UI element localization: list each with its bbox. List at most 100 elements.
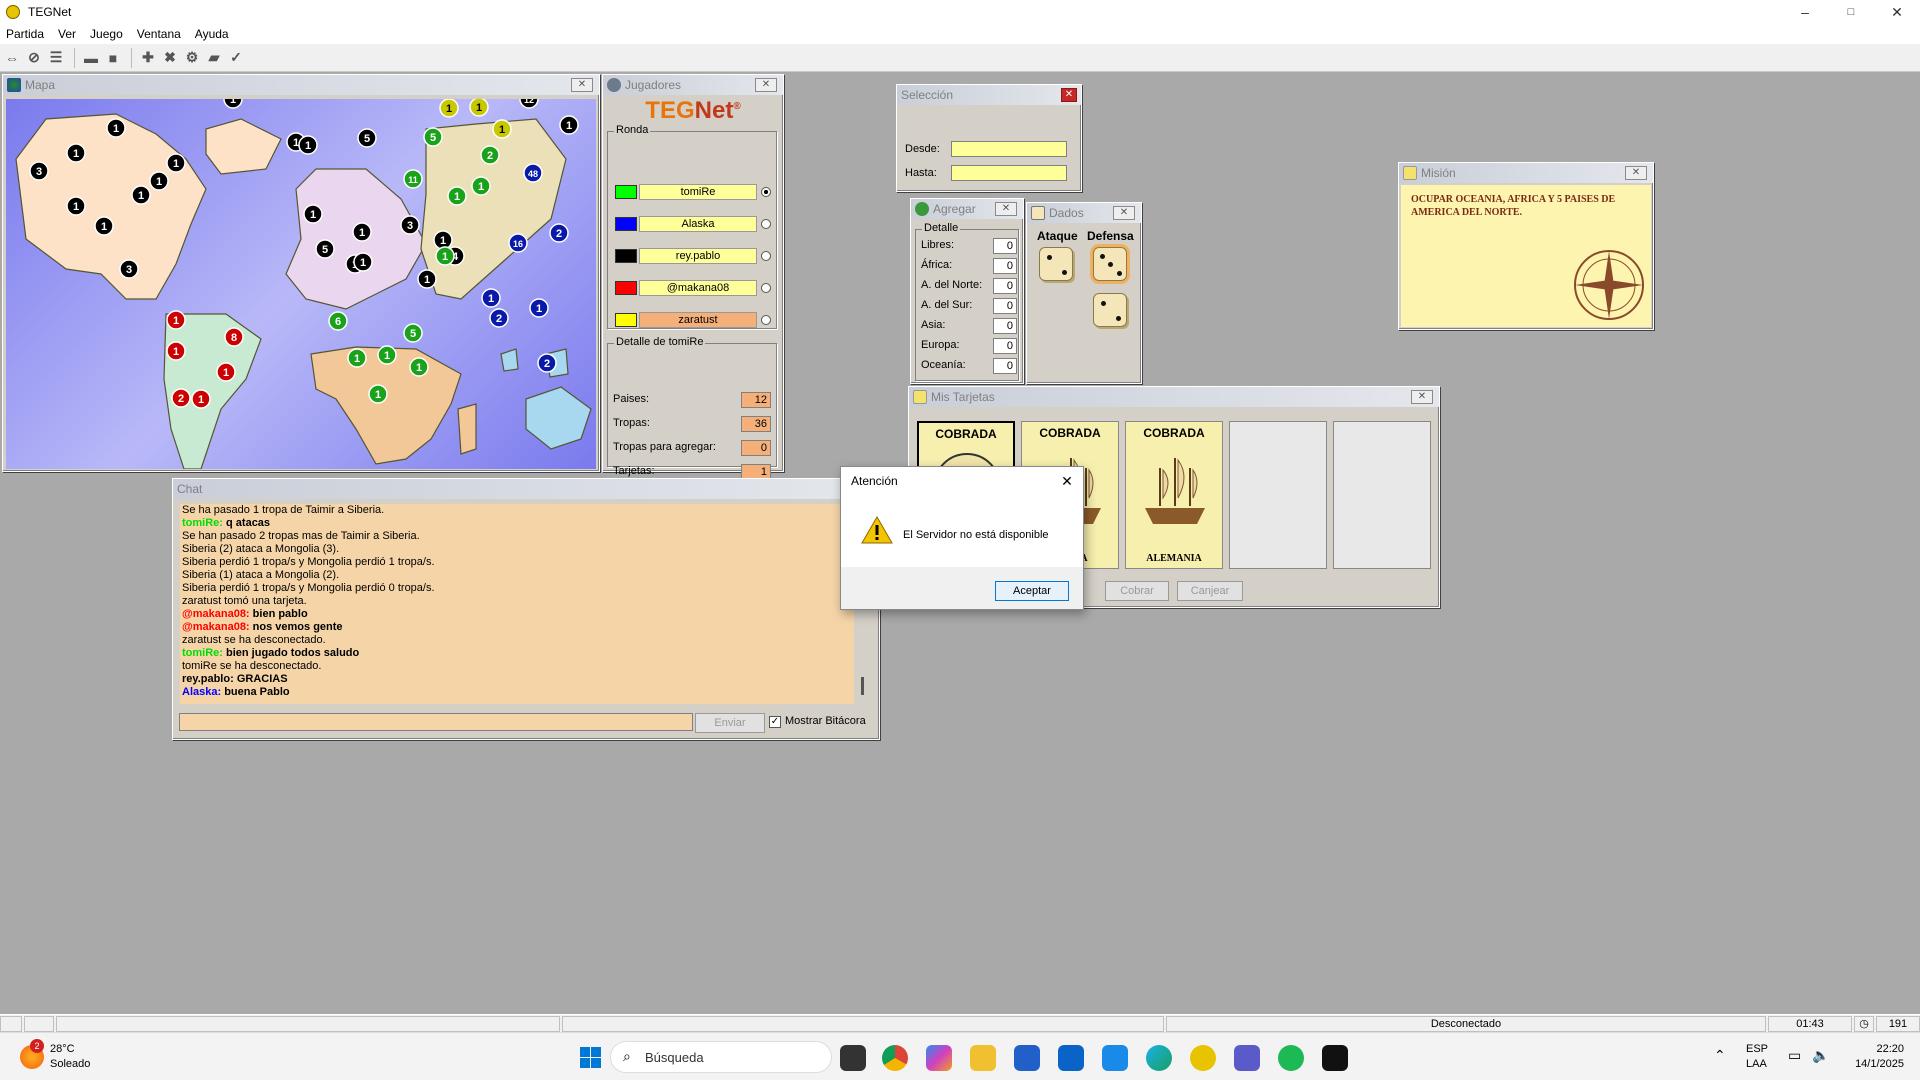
list-icon[interactable]: ☰ xyxy=(46,48,66,68)
teams-icon[interactable] xyxy=(1234,1045,1260,1071)
army-marker[interactable]: 1 xyxy=(352,222,372,242)
army-marker[interactable]: 1 xyxy=(447,186,467,206)
player-turn-radio[interactable] xyxy=(761,283,771,293)
store-icon[interactable] xyxy=(1014,1045,1040,1071)
minimize-button[interactable]: – xyxy=(1782,0,1828,24)
chrome-icon[interactable] xyxy=(882,1045,908,1071)
dialog-close-button[interactable]: ✕ xyxy=(1055,469,1079,493)
army-marker[interactable]: 2 xyxy=(549,223,569,243)
hasta-field[interactable] xyxy=(951,165,1067,181)
cards-icon[interactable]: ▰ xyxy=(204,48,224,68)
dados-close-button[interactable]: ✕ xyxy=(1113,206,1135,220)
chevron-up-icon[interactable]: ⌃ xyxy=(1714,1047,1726,1064)
keyboard-layout[interactable]: LAA xyxy=(1746,1058,1767,1070)
check-icon[interactable]: ✓ xyxy=(226,48,246,68)
clock-time[interactable]: 22:20 xyxy=(1856,1043,1904,1055)
cancel-icon[interactable]: ✖ xyxy=(160,48,180,68)
close-button[interactable]: ✕ xyxy=(1874,0,1920,24)
player-turn-radio[interactable] xyxy=(761,219,771,229)
army-marker[interactable]: 1 xyxy=(66,143,86,163)
army-marker[interactable]: 1 xyxy=(223,99,243,109)
army-marker[interactable]: 6 xyxy=(328,311,348,331)
army-marker[interactable]: 1 xyxy=(166,341,186,361)
army-marker[interactable]: 12 xyxy=(519,99,539,109)
menu-juego[interactable]: Juego xyxy=(90,27,123,41)
player-turn-radio[interactable] xyxy=(761,251,771,261)
window-icon[interactable]: ▬ xyxy=(81,48,101,68)
outlook-icon[interactable] xyxy=(1058,1045,1084,1071)
language-code[interactable]: ESP xyxy=(1746,1043,1768,1055)
army-marker[interactable]: 1 xyxy=(353,252,373,272)
bitacora-checkbox[interactable]: ✓ xyxy=(769,716,781,728)
army-marker[interactable]: 5 xyxy=(403,323,423,343)
accept-button[interactable]: Aceptar xyxy=(995,581,1069,601)
menu-ver[interactable]: Ver xyxy=(58,27,76,41)
army-marker[interactable]: 5 xyxy=(315,239,335,259)
army-marker[interactable]: 1 xyxy=(166,153,186,173)
task-view-icon[interactable] xyxy=(840,1045,866,1071)
army-marker[interactable]: 2 xyxy=(480,145,500,165)
army-marker[interactable]: 5 xyxy=(357,128,377,148)
army-marker[interactable]: 1 xyxy=(191,389,211,409)
army-marker[interactable]: 1 xyxy=(298,135,318,155)
disconnect-icon[interactable]: ⊘ xyxy=(24,48,44,68)
army-marker[interactable]: 1 xyxy=(435,246,455,266)
army-marker[interactable]: 2 xyxy=(537,353,557,373)
volume-icon[interactable]: 🔈 xyxy=(1812,1047,1829,1064)
army-marker[interactable]: 1 xyxy=(417,269,437,289)
connect-icon[interactable]: ⇔ xyxy=(2,48,22,68)
army-marker[interactable]: 3 xyxy=(29,161,49,181)
army-marker[interactable]: 1 xyxy=(433,230,453,250)
chat-input[interactable] xyxy=(179,713,693,731)
army-marker[interactable]: 1 xyxy=(471,176,491,196)
send-button[interactable]: Enviar xyxy=(695,713,765,733)
seleccion-close-button[interactable]: ✕ xyxy=(1061,88,1077,102)
army-marker[interactable]: 1 xyxy=(439,99,459,118)
network-icon[interactable]: ▭ xyxy=(1788,1047,1801,1064)
players-close-button[interactable]: ✕ xyxy=(755,78,777,92)
army-marker[interactable]: 1 xyxy=(216,362,236,382)
army-marker[interactable]: 11 xyxy=(403,169,423,189)
capcut-icon[interactable] xyxy=(1322,1045,1348,1071)
army-marker[interactable]: 1 xyxy=(94,216,114,236)
army-marker[interactable]: 8 xyxy=(224,327,244,347)
menu-ayuda[interactable]: Ayuda xyxy=(195,27,229,41)
cobrar-button[interactable]: Cobrar xyxy=(1105,581,1169,601)
army-marker[interactable]: 1 xyxy=(131,185,151,205)
menu-ventana[interactable]: Ventana xyxy=(137,27,181,41)
chat-scrollbar-thumb[interactable] xyxy=(861,677,864,695)
army-marker[interactable]: 3 xyxy=(400,215,420,235)
add-icon[interactable]: ✚ xyxy=(138,48,158,68)
windows-start-icon[interactable] xyxy=(578,1045,604,1071)
army-marker[interactable]: 3 xyxy=(119,259,139,279)
menu-partida[interactable]: Partida xyxy=(6,27,44,41)
spotify-icon[interactable] xyxy=(1278,1045,1304,1071)
player-turn-radio[interactable] xyxy=(761,187,771,197)
canjear-button[interactable]: Canjear xyxy=(1177,581,1243,601)
tegnet-icon[interactable] xyxy=(1190,1045,1216,1071)
army-marker[interactable]: 1 xyxy=(469,99,489,117)
army-marker[interactable]: 5 xyxy=(423,127,443,147)
world-map[interactable]: 1113111111318112115131511411111511211112… xyxy=(6,99,596,469)
search-box[interactable]: ⌕ Búsqueda xyxy=(610,1041,832,1073)
mision-close-button[interactable]: ✕ xyxy=(1625,166,1647,180)
maximize-button[interactable]: □ xyxy=(1828,0,1874,24)
army-marker[interactable]: 1 xyxy=(492,119,512,139)
gear-icon[interactable]: ⚙ xyxy=(182,48,202,68)
stop-icon[interactable]: ■ xyxy=(103,48,123,68)
army-marker[interactable]: 1 xyxy=(166,310,186,330)
army-marker[interactable]: 1 xyxy=(66,196,86,216)
agregar-close-button[interactable]: ✕ xyxy=(995,202,1017,216)
army-marker[interactable]: 1 xyxy=(303,204,323,224)
army-marker[interactable]: 1 xyxy=(409,357,429,377)
file-explorer-icon[interactable] xyxy=(970,1045,996,1071)
army-marker[interactable]: 2 xyxy=(171,388,191,408)
clock-date[interactable]: 14/1/2025 xyxy=(1840,1058,1904,1070)
player-turn-radio[interactable] xyxy=(761,315,771,325)
army-marker[interactable]: 1 xyxy=(368,384,388,404)
desde-field[interactable] xyxy=(951,141,1067,157)
card-3[interactable]: COBRADA ALEMANIA xyxy=(1125,421,1223,569)
army-marker[interactable]: 48 xyxy=(523,163,543,183)
todo-icon[interactable] xyxy=(1102,1045,1128,1071)
army-marker[interactable]: 2 xyxy=(489,308,509,328)
